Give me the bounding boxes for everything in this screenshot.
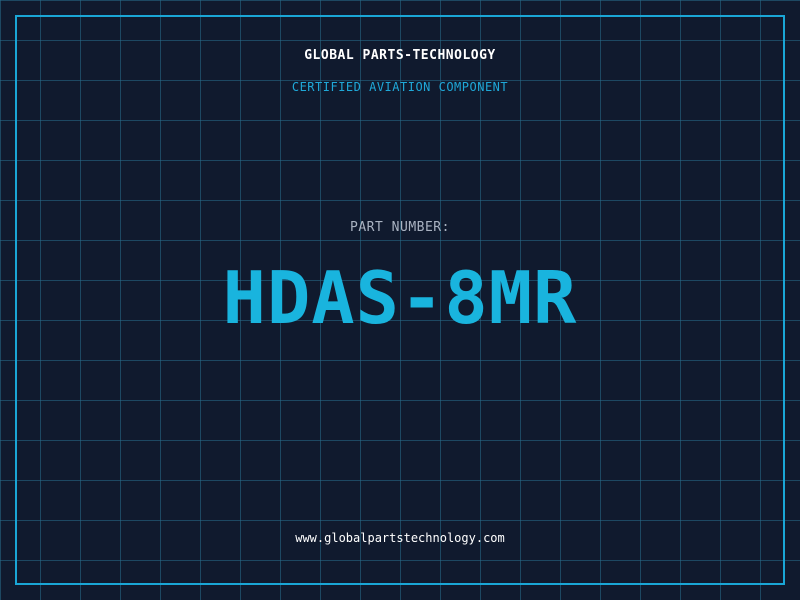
certification-subtitle: CERTIFIED AVIATION COMPONENT xyxy=(291,80,509,94)
website-url: www.globalpartstechnology.com xyxy=(295,531,505,545)
company-name: GLOBAL PARTS-TECHNOLOGY xyxy=(304,48,496,63)
part-number-value: HDAS-8MR xyxy=(222,256,578,340)
part-number-label: PART NUMBER: xyxy=(350,220,450,235)
